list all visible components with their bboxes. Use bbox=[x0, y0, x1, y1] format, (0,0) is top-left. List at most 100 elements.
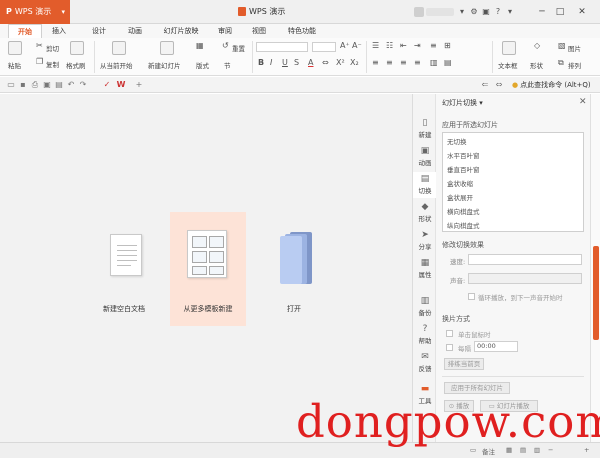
maximize-icon[interactable]: □ bbox=[552, 3, 568, 21]
sidebar-item-help[interactable]: ? 帮助 bbox=[413, 322, 437, 348]
shapes-button[interactable]: 形状 bbox=[530, 60, 543, 70]
apply-all-button[interactable]: 应用于所有幻灯片 bbox=[444, 382, 510, 394]
tab-review[interactable]: 审阅 bbox=[212, 24, 238, 38]
sidebar-item-new[interactable]: ▯ 新建 bbox=[413, 116, 437, 142]
play-from-current-icon[interactable] bbox=[112, 41, 126, 55]
justify-icon[interactable]: ≡ bbox=[414, 58, 421, 67]
pane-title[interactable]: 幻灯片切换 ▾ bbox=[442, 98, 483, 108]
shadow-icon[interactable]: S bbox=[294, 58, 299, 67]
subscript-icon[interactable]: X₂ bbox=[350, 58, 359, 67]
save-icon[interactable]: ▪ bbox=[18, 79, 28, 90]
sidebar-item-backup[interactable]: ▥ 备份 bbox=[413, 294, 437, 320]
picture-icon[interactable]: ▧ bbox=[558, 41, 566, 50]
tab-features[interactable]: 特色功能 bbox=[282, 24, 322, 38]
new-slide-button[interactable]: 新建幻灯片 bbox=[148, 60, 181, 70]
every-checkbox[interactable] bbox=[446, 344, 453, 351]
text-direction-icon[interactable]: ⊞ bbox=[444, 41, 451, 50]
text-box-button[interactable]: 文本框 bbox=[498, 60, 518, 70]
align-center-icon[interactable]: ≡ bbox=[386, 58, 393, 67]
close-icon[interactable]: ✕ bbox=[579, 97, 587, 107]
tab-start[interactable]: 开始 bbox=[8, 24, 42, 38]
list-item[interactable]: 盒状展开 bbox=[447, 192, 473, 202]
tab-view[interactable]: 视图 bbox=[246, 24, 272, 38]
rehearse-button[interactable]: 排练当前页 bbox=[444, 358, 484, 370]
sidebar-item-share[interactable]: ➤ 分享 bbox=[413, 228, 437, 254]
minimize-icon[interactable]: ─ bbox=[534, 3, 550, 21]
char-spacing-icon[interactable]: ⇔ bbox=[322, 58, 329, 67]
print-icon[interactable]: ⎙ bbox=[30, 79, 40, 90]
text-align-icon[interactable]: ▤ bbox=[444, 58, 452, 67]
reset-button[interactable]: 重置 bbox=[232, 43, 245, 53]
tab-insert[interactable]: 插入 bbox=[46, 24, 72, 38]
redo-icon[interactable]: ↷ bbox=[78, 79, 88, 90]
grow-font-icon[interactable]: A⁺ bbox=[340, 41, 350, 50]
tab-animation[interactable]: 动画 bbox=[122, 24, 148, 38]
export-pdf-icon[interactable]: ▤ bbox=[54, 79, 64, 90]
every-time-field[interactable]: 00:00 bbox=[474, 341, 518, 352]
line-spacing-icon[interactable]: ≡ bbox=[430, 41, 437, 50]
indent-icon[interactable]: ⇤ bbox=[400, 41, 407, 50]
scissors-icon[interactable]: ✂ bbox=[36, 41, 43, 50]
italic-icon[interactable]: I bbox=[270, 58, 272, 67]
app-menu-button[interactable]: P WPS 演示 ▾ bbox=[0, 0, 70, 24]
back-icon[interactable]: ⇐ bbox=[480, 79, 490, 90]
checkmark-icon[interactable]: ✓ bbox=[102, 79, 112, 90]
cut-button[interactable]: 剪切 bbox=[46, 43, 59, 53]
new-from-template-tile[interactable]: 从更多模板新建 bbox=[170, 212, 246, 326]
add-tab-icon[interactable]: + bbox=[134, 79, 144, 90]
sidebar-item-properties[interactable]: ▦ 属性 bbox=[413, 256, 437, 282]
open-tile[interactable]: 打开 bbox=[256, 212, 332, 326]
open-folder-icon[interactable]: ▭ bbox=[6, 79, 16, 90]
sidebar-item-feedback[interactable]: ✉ 反馈 bbox=[413, 350, 437, 376]
superscript-icon[interactable]: X² bbox=[336, 58, 345, 67]
transition-list[interactable]: 无切换 水平百叶窗 垂直百叶窗 盒状收缩 盒状展开 横向棋盘式 纵向棋盘式 bbox=[442, 132, 584, 232]
sidebar-item-shape[interactable]: ◆ 形状 bbox=[413, 200, 437, 226]
copy-button[interactable]: 复制 bbox=[46, 59, 59, 69]
print-preview-icon[interactable]: ▣ bbox=[42, 79, 52, 90]
speed-field[interactable] bbox=[468, 254, 582, 265]
paste-icon[interactable] bbox=[8, 41, 22, 55]
arrange-button[interactable]: 排列 bbox=[568, 60, 581, 70]
new-blank-tile[interactable]: 新建空白文档 bbox=[86, 212, 162, 326]
bold-icon[interactable]: B bbox=[258, 58, 264, 67]
layout-icon[interactable]: ▦ bbox=[196, 41, 204, 50]
font-color-icon[interactable]: A bbox=[308, 58, 313, 67]
layout-button[interactable]: 版式 bbox=[196, 60, 209, 70]
list-item[interactable]: 无切换 bbox=[447, 136, 467, 146]
format-painter-icon[interactable] bbox=[70, 41, 84, 55]
help-icon[interactable]: ? bbox=[492, 5, 504, 19]
sidebar-item-transition[interactable]: ▤ 切换 bbox=[413, 172, 437, 198]
command-search[interactable]: ● 点此查找命令 (Alt+Q) bbox=[512, 77, 591, 93]
skin-icon[interactable]: ⚙ bbox=[468, 5, 480, 19]
picture-button[interactable]: 图片 bbox=[568, 43, 581, 53]
section-button[interactable]: 节 bbox=[224, 60, 231, 70]
on-click-checkbox[interactable] bbox=[446, 330, 453, 337]
underline-icon[interactable]: U bbox=[282, 58, 288, 67]
list-item[interactable]: 横向棋盘式 bbox=[447, 206, 480, 216]
wps-w-icon[interactable]: W bbox=[116, 79, 126, 90]
avatar[interactable] bbox=[414, 7, 424, 17]
outdent-icon[interactable]: ⇥ bbox=[414, 41, 421, 50]
scrollbar-thumb[interactable] bbox=[593, 246, 599, 340]
list-item[interactable]: 纵向棋盘式 bbox=[447, 220, 480, 230]
new-slide-icon[interactable] bbox=[160, 41, 174, 55]
sound-select[interactable] bbox=[468, 273, 582, 284]
sync-icon[interactable]: ⇔ bbox=[494, 79, 504, 90]
user-dropdown-icon[interactable]: ▾ bbox=[456, 5, 468, 19]
pane-scrollbar[interactable] bbox=[590, 94, 600, 442]
align-right-icon[interactable]: ≡ bbox=[400, 58, 407, 67]
shrink-font-icon[interactable]: A⁻ bbox=[352, 41, 362, 50]
numbering-icon[interactable]: ☷ bbox=[386, 41, 393, 50]
bullets-icon[interactable]: ☰ bbox=[372, 41, 379, 50]
format-painter-button[interactable]: 格式刷 bbox=[66, 60, 86, 70]
tab-design[interactable]: 设计 bbox=[86, 24, 112, 38]
tab-slideshow[interactable]: 幻灯片放映 bbox=[157, 24, 205, 38]
list-item[interactable]: 水平百叶窗 bbox=[447, 150, 480, 160]
copy-icon[interactable]: ❐ bbox=[36, 57, 43, 66]
undo-icon[interactable]: ↶ bbox=[66, 79, 76, 90]
shirt-icon[interactable]: ▣ bbox=[480, 5, 492, 19]
list-item[interactable]: 垂直百叶窗 bbox=[447, 164, 480, 174]
settings-dropdown-icon[interactable]: ▾ bbox=[504, 5, 516, 19]
close-icon[interactable]: ✕ bbox=[574, 3, 590, 21]
paste-button[interactable]: 粘贴 bbox=[8, 60, 21, 70]
